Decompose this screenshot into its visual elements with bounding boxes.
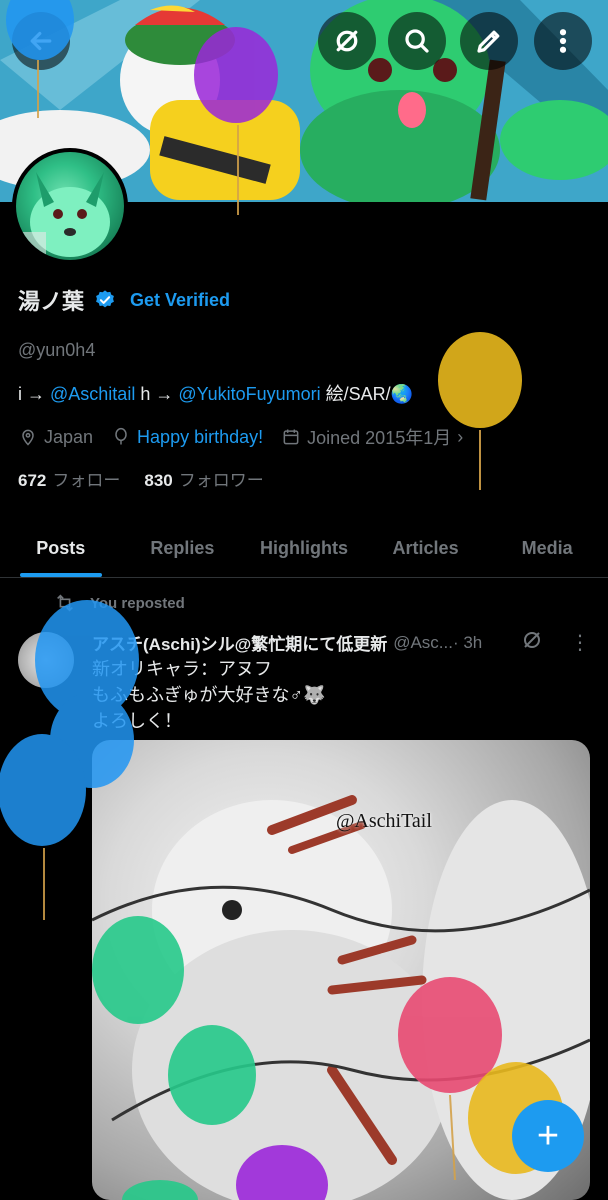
balloon-blue-cluster [0,600,139,920]
balloon-purple-bottom [236,1145,328,1200]
birthday-balloons [0,0,564,1200]
balloon-purple [194,27,278,215]
balloon-yellow [438,332,522,490]
balloon-blue [6,0,74,118]
plus-icon: + [536,1114,560,1157]
balloon-green [92,916,256,1200]
compose-fab[interactable]: + [512,1100,584,1172]
